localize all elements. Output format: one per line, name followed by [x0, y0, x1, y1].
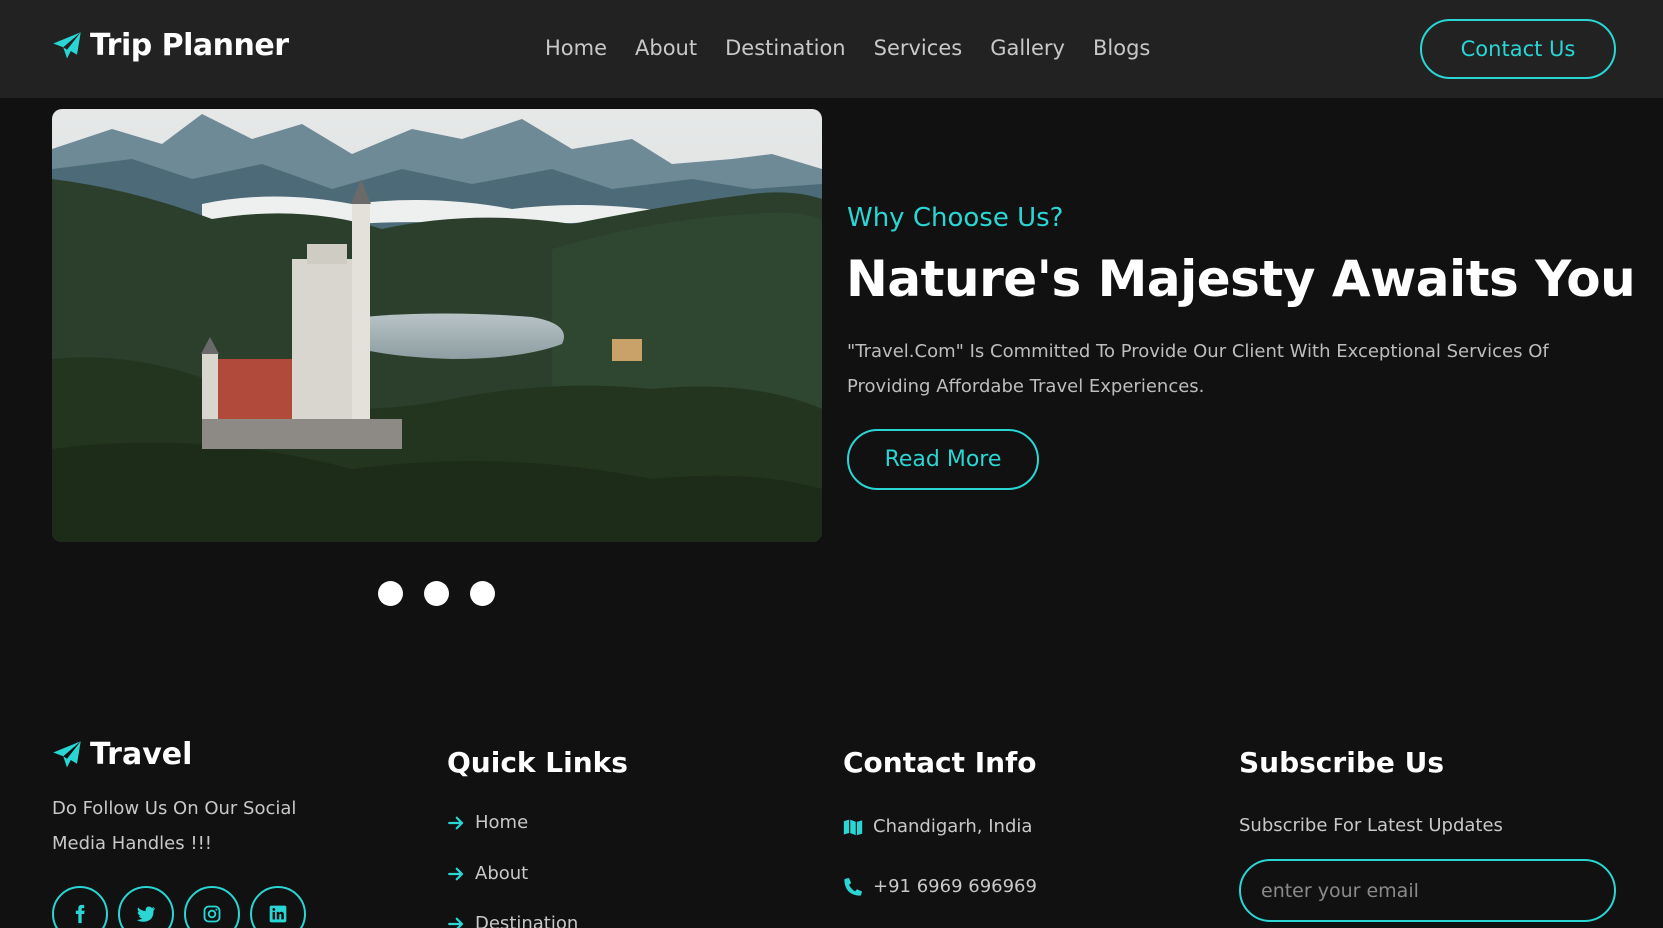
- twitter-icon: [136, 906, 156, 922]
- contact-location-text: Chandigarh, India: [873, 816, 1033, 837]
- contact-location: Chandigarh, India: [843, 816, 1032, 837]
- footer-logo[interactable]: Travel: [52, 737, 192, 772]
- facebook-icon: [75, 904, 85, 924]
- carousel-dot-3[interactable]: [470, 581, 495, 606]
- map-icon: [843, 819, 863, 835]
- hero-headline: Nature's Majesty Awaits You: [846, 250, 1636, 308]
- carousel-dot-1[interactable]: [378, 581, 403, 606]
- instagram-icon: [203, 905, 221, 923]
- carousel-dot-2[interactable]: [424, 581, 449, 606]
- social-links: [52, 886, 306, 928]
- facebook-button[interactable]: [52, 886, 108, 928]
- paper-plane-icon: [53, 740, 81, 767]
- carousel-dots: [378, 581, 495, 606]
- main-nav: Home About Destination Services Gallery …: [545, 36, 1150, 60]
- twitter-button[interactable]: [118, 886, 174, 928]
- footer-link-home[interactable]: Home: [447, 812, 528, 833]
- arrow-right-icon: [448, 917, 464, 928]
- footer-link-about[interactable]: About: [447, 863, 528, 884]
- instagram-button[interactable]: [184, 886, 240, 928]
- nav-destination[interactable]: Destination: [725, 36, 846, 60]
- nav-about[interactable]: About: [635, 36, 697, 60]
- arrow-right-icon: [448, 867, 464, 880]
- site-header: Trip Planner Home About Destination Serv…: [0, 0, 1663, 98]
- quick-links-title: Quick Links: [447, 746, 628, 779]
- footer-link-label: Home: [475, 812, 529, 833]
- linkedin-icon: [269, 905, 287, 923]
- footer-follow-text: Do Follow Us On Our Social Media Handles…: [52, 798, 297, 854]
- subscribe-title: Subscribe Us: [1239, 746, 1444, 779]
- hero-image-castle: [52, 109, 822, 542]
- nav-gallery[interactable]: Gallery: [990, 36, 1065, 60]
- nav-home[interactable]: Home: [545, 36, 607, 60]
- hero-description: "Travel.Com" Is Committed To Provide Our…: [847, 341, 1549, 397]
- hero-eyebrow: Why Choose Us?: [847, 203, 1064, 233]
- footer-link-destination[interactable]: Destination: [447, 913, 578, 928]
- arrow-right-icon: [448, 816, 464, 829]
- read-more-button[interactable]: Read More: [847, 429, 1039, 490]
- contact-phone[interactable]: +91 6969 696969: [843, 876, 1037, 897]
- nav-services[interactable]: Services: [874, 36, 963, 60]
- subscribe-text: Subscribe For Latest Updates: [1239, 815, 1503, 836]
- footer-brand-name: Travel: [90, 737, 193, 772]
- brand-logo[interactable]: Trip Planner: [52, 28, 289, 63]
- nav-blogs[interactable]: Blogs: [1093, 36, 1150, 60]
- paper-plane-icon: [53, 31, 81, 58]
- contact-info-title: Contact Info: [843, 746, 1037, 779]
- email-input[interactable]: [1239, 859, 1616, 922]
- footer-link-label: About: [475, 863, 529, 884]
- footer-link-label: Destination: [475, 913, 579, 928]
- contact-phone-text: +91 6969 696969: [873, 876, 1037, 897]
- phone-icon: [844, 877, 862, 896]
- linkedin-button[interactable]: [250, 886, 306, 928]
- contact-us-button[interactable]: Contact Us: [1420, 19, 1616, 79]
- brand-name: Trip Planner: [90, 28, 289, 63]
